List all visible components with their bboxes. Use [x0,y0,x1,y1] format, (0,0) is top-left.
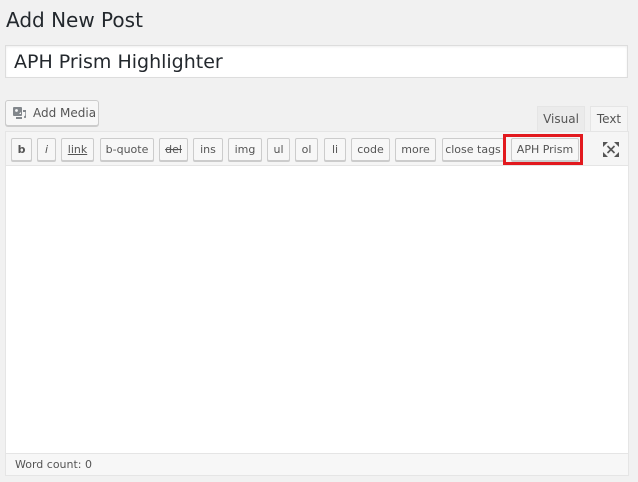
quicktag-ol-button[interactable]: ol [295,138,318,161]
quicktag-li-button[interactable]: li [324,138,346,161]
quicktag-link-button[interactable]: link [61,138,94,161]
word-count: Word count: 0 [15,458,93,471]
quicktag-aph-prism-button[interactable]: APH Prism [511,138,579,161]
tab-text[interactable]: Text [590,106,628,131]
quicktag-img-button[interactable]: img [228,138,262,161]
quicktag-ul-button[interactable]: ul [267,138,290,161]
quicktag-italic-button[interactable]: i [37,138,56,161]
quicktag-del-button[interactable]: del [159,138,188,161]
post-content-textarea[interactable] [6,166,628,453]
tab-visual[interactable]: Visual [537,106,585,131]
add-media-label: Add Media [33,106,97,120]
quicktag-bquote-button[interactable]: b-quote [100,138,154,161]
quicktag-close-tags-button[interactable]: close tags [442,138,504,161]
post-editor-page: Add New Post Add Media Visual Text b i l… [0,0,638,482]
page-title: Add New Post [6,8,143,32]
quicktags-toolbar: b i link b-quote del ins img ul ol li co… [6,132,628,166]
fullscreen-icon[interactable] [602,141,620,158]
quicktag-ins-button[interactable]: ins [193,138,223,161]
status-bar: Word count: 0 [6,453,628,475]
quicktag-code-button[interactable]: code [351,138,390,161]
quicktag-more-button[interactable]: more [395,138,436,161]
add-media-button[interactable]: Add Media [5,100,99,126]
media-icon [13,106,27,120]
post-title-input[interactable] [5,45,628,78]
editor-container: b i link b-quote del ins img ul ol li co… [5,131,629,476]
quicktag-bold-button[interactable]: b [11,138,32,161]
